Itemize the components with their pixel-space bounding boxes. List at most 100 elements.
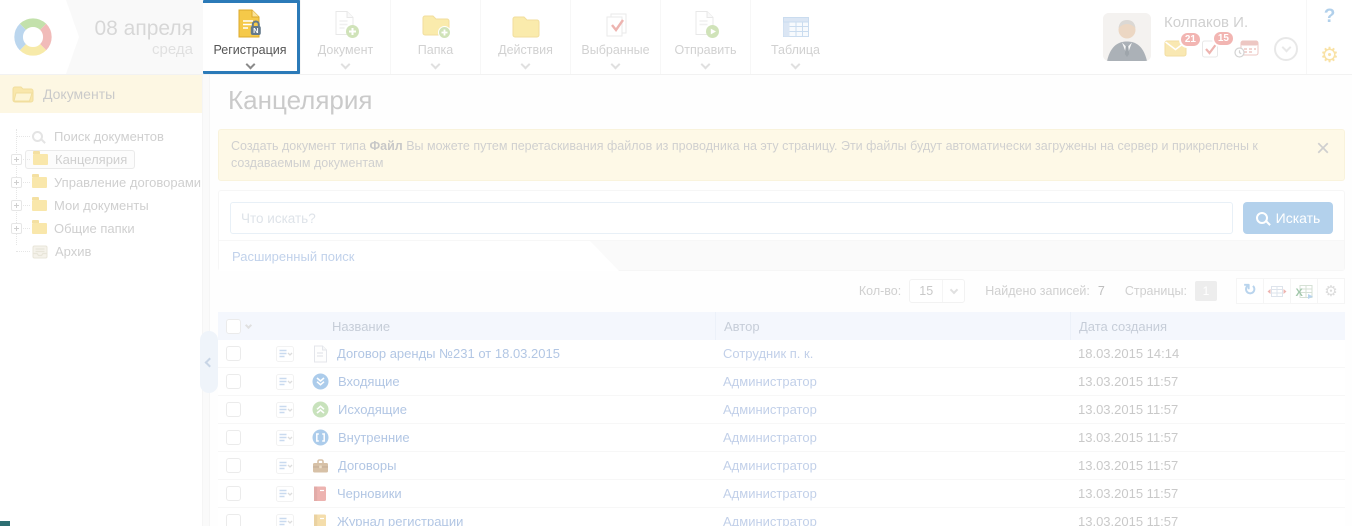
author-link[interactable]: Администратор: [715, 486, 1070, 501]
table-row: Исходящие Администратор 13.03.2015 11:57: [218, 396, 1345, 424]
row-menu-button[interactable]: [262, 514, 308, 526]
author-link[interactable]: Сотрудник п. к.: [715, 346, 1070, 361]
help-button[interactable]: ?: [1324, 6, 1336, 28]
advanced-search-label: Расширенный поиск: [232, 249, 354, 264]
row-menu-button[interactable]: [262, 346, 308, 362]
page-size-select[interactable]: 15: [909, 279, 965, 303]
column-header-name[interactable]: Название: [308, 319, 715, 334]
row-menu-button[interactable]: [262, 402, 308, 418]
row-checkbox[interactable]: [226, 514, 241, 526]
folder-link[interactable]: Журнал регистрации: [337, 514, 463, 526]
selected-label: Выбранные: [581, 43, 649, 57]
table-button[interactable]: Таблица: [750, 0, 840, 74]
row-menu-button[interactable]: [262, 374, 308, 390]
refresh-button[interactable]: ↻: [1236, 278, 1264, 304]
author-link[interactable]: Администратор: [715, 374, 1070, 389]
app-logo[interactable]: [0, 0, 66, 74]
page-number-button[interactable]: 1: [1195, 281, 1217, 301]
expand-plus-icon[interactable]: [11, 154, 22, 165]
search-input[interactable]: [230, 202, 1233, 234]
sidebar-collapse-handle[interactable]: [200, 331, 218, 393]
banner-close-icon[interactable]: ×: [1316, 138, 1330, 160]
sidebar-item-contracts-mgmt[interactable]: Управление договорами: [32, 171, 202, 194]
folder-link[interactable]: Договоры: [338, 458, 396, 473]
corner-artifact: [0, 521, 10, 526]
more-menu-button[interactable]: [1274, 37, 1298, 61]
author-link[interactable]: Администратор: [715, 402, 1070, 417]
chevron-down-icon: [1281, 42, 1291, 52]
sidebar-item-chancery[interactable]: Канцелярия: [32, 148, 202, 171]
advanced-search-link[interactable]: Расширенный поиск: [219, 241, 619, 271]
new-document-icon: [331, 7, 360, 39]
sidebar-item-shared-folders[interactable]: Общие папки: [32, 217, 202, 240]
incoming-icon: [312, 373, 329, 390]
sidebar-item-my-documents[interactable]: Мои документы: [32, 194, 202, 217]
selected-button[interactable]: Выбранные: [570, 0, 660, 74]
chevron-down-icon: [949, 286, 957, 294]
search-button-label: Искать: [1276, 210, 1321, 226]
row-menu-button[interactable]: [262, 486, 308, 502]
avatar[interactable]: [1103, 13, 1151, 61]
banner-text: Создать документ типа: [231, 139, 370, 153]
row-checkbox[interactable]: [226, 346, 241, 361]
row-checkbox[interactable]: [226, 430, 241, 445]
search-button[interactable]: Искать: [1243, 202, 1333, 234]
select-all-checkbox[interactable]: [226, 319, 241, 334]
sidebar-item-archive[interactable]: Архив: [32, 240, 202, 263]
chevron-down-icon[interactable]: [245, 321, 252, 328]
folder-link[interactable]: Черновики: [337, 486, 402, 501]
document-link[interactable]: Договор аренды №231 от 18.03.2015: [337, 346, 560, 361]
expand-plus-icon[interactable]: [11, 177, 22, 188]
column-header-date[interactable]: Дата создания: [1070, 312, 1345, 340]
sidebar-header-documents[interactable]: Документы: [0, 75, 202, 113]
chevron-left-icon: [204, 357, 214, 367]
row-checkbox[interactable]: [226, 402, 241, 417]
folder-link[interactable]: Исходящие: [338, 402, 407, 417]
send-button[interactable]: Отправить: [660, 0, 750, 74]
table-row: Журнал регистрации Администратор 13.03.2…: [218, 508, 1345, 526]
actions-button[interactable]: Действия: [480, 0, 570, 74]
internal-icon: [312, 429, 329, 446]
row-menu-button[interactable]: [262, 458, 308, 474]
row-checkbox[interactable]: [226, 486, 241, 501]
mail-icon-button[interactable]: 21: [1164, 40, 1187, 57]
row-menu-button[interactable]: [262, 430, 308, 446]
sidebar-item-search[interactable]: Поиск документов: [32, 125, 202, 148]
excel-export-button[interactable]: X: [1290, 278, 1318, 304]
author-link[interactable]: Администратор: [715, 514, 1070, 526]
column-header-author[interactable]: Автор: [715, 312, 1070, 340]
count-label: Кол-во:: [859, 284, 901, 298]
list-menu-icon: [276, 486, 294, 502]
new-folder-button[interactable]: Папка: [390, 0, 480, 74]
calendar-button[interactable]: [1234, 39, 1260, 58]
sidebar-header-label: Документы: [43, 86, 115, 102]
list-menu-icon: [276, 514, 294, 526]
chevron-down-icon: [791, 59, 801, 69]
folder-icon: [32, 223, 47, 234]
selected-tree-item[interactable]: Канцелярия: [25, 150, 135, 169]
gear-icon: ⚙: [1324, 284, 1337, 299]
registration-button[interactable]: N Регистрация: [203, 0, 300, 74]
new-document-button[interactable]: Документ: [300, 0, 390, 74]
help-column: ? ⚙: [1306, 0, 1352, 74]
row-checkbox[interactable]: [226, 458, 241, 473]
settings-gear-button[interactable]: ⚙: [1320, 45, 1339, 66]
table-settings-button[interactable]: ⚙: [1317, 278, 1345, 304]
tasks-icon-button[interactable]: 15: [1201, 39, 1220, 59]
excel-icon: X: [1295, 284, 1314, 299]
list-menu-icon: [276, 402, 294, 418]
svg-text:N: N: [253, 26, 258, 35]
folder-link[interactable]: Внутренние: [338, 430, 410, 445]
expand-plus-icon[interactable]: [11, 200, 22, 211]
expand-plus-icon[interactable]: [11, 223, 22, 234]
created-date: 13.03.2015 11:57: [1070, 430, 1345, 445]
author-link[interactable]: Администратор: [715, 430, 1070, 445]
row-checkbox[interactable]: [226, 374, 241, 389]
column-export-button[interactable]: [1263, 278, 1291, 304]
author-link[interactable]: Администратор: [715, 458, 1070, 473]
search-icon: [32, 131, 43, 142]
header-select-cell: [218, 319, 262, 334]
folder-link[interactable]: Входящие: [338, 374, 400, 389]
list-controls: Кол-во: 15 Найдено записей: 7 Страницы: …: [218, 277, 1345, 305]
created-date: 13.03.2015 11:57: [1070, 514, 1345, 526]
